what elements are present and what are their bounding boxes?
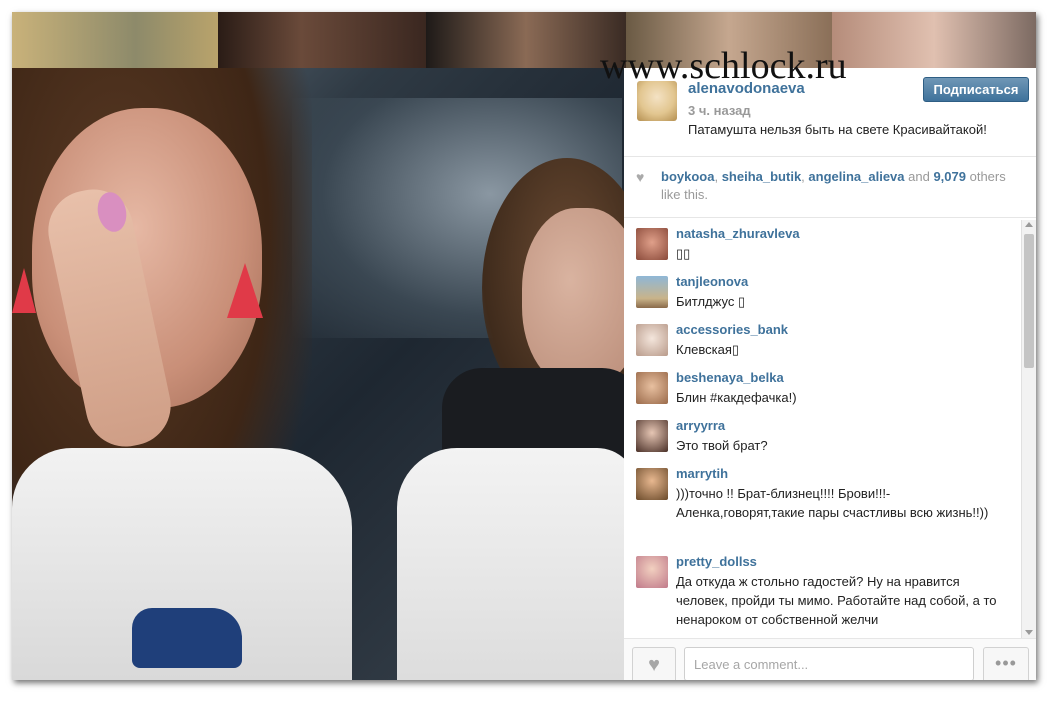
comment-text: )))точно !! Брат-близнец!!!! Брови!!!- А… xyxy=(676,486,989,520)
comment-item: tanjleonova Битлджус ▯ xyxy=(624,266,1019,314)
scroll-up-arrow-icon[interactable] xyxy=(1025,222,1033,227)
avatar[interactable] xyxy=(636,324,668,356)
thumbnail[interactable] xyxy=(426,12,626,68)
avatar[interactable] xyxy=(636,556,668,588)
comment-text: Это твой брат? xyxy=(676,438,768,453)
like-user-link[interactable]: boykooa xyxy=(661,169,714,184)
avatar[interactable] xyxy=(636,228,668,260)
thumbnail[interactable] xyxy=(12,12,218,68)
comment-text: ▯▯ xyxy=(676,246,691,261)
avatar[interactable] xyxy=(636,468,668,500)
comment-text: Клевская▯ xyxy=(676,342,740,357)
comment-item: accessories_bank Клевская▯ xyxy=(624,314,1019,362)
watermark-text: www.schlock.ru xyxy=(600,45,847,87)
comment-item: arryyrra Это твой брат? xyxy=(624,410,1019,458)
scrollbar-thumb[interactable] xyxy=(1024,234,1034,368)
like-user-link[interactable]: sheiha_butik xyxy=(722,169,801,184)
comment-username[interactable]: marrytih xyxy=(676,466,728,481)
screenshot-frame: alenavodonaeva 3 ч. назад Патамушта нель… xyxy=(12,12,1036,680)
comment-footer: ♥ ••• xyxy=(624,638,1036,680)
comment-input[interactable] xyxy=(684,647,974,680)
likes-count-link[interactable]: 9,079 xyxy=(933,169,966,184)
avatar[interactable] xyxy=(636,420,668,452)
comment-item: pretty_dollss Да откуда ж стольно гадост… xyxy=(624,546,1019,638)
heart-icon: ♥ xyxy=(636,169,645,185)
background-thumbnails xyxy=(12,12,1036,68)
comment-username[interactable]: arryyrra xyxy=(676,418,725,433)
comment-username[interactable]: pretty_dollss xyxy=(676,554,757,569)
scroll-down-arrow-icon[interactable] xyxy=(1025,630,1033,635)
comment-username[interactable]: natasha_zhuravleva xyxy=(676,226,800,241)
thumbnail[interactable] xyxy=(218,12,426,68)
comment-username[interactable]: tanjleonova xyxy=(676,274,748,289)
post-caption: Патамушта нельзя быть на свете Красивайт… xyxy=(688,122,987,137)
comment-username[interactable]: accessories_bank xyxy=(676,322,788,337)
comment-item: natasha_zhuravleva ▯▯ xyxy=(624,218,1019,266)
likes-summary: boykooa, sheiha_butik, angelina_alieva a… xyxy=(661,169,1006,202)
comments-list[interactable]: natasha_zhuravleva ▯▯ tanjleonova Битлдж… xyxy=(624,218,1036,638)
comment-item: marrytih )))точно !! Брат-близнец!!!! Бр… xyxy=(624,458,1019,546)
comments-scrollbar[interactable] xyxy=(1021,220,1036,638)
post-time[interactable]: 3 ч. назад xyxy=(688,103,751,118)
more-dots-icon: ••• xyxy=(995,653,1017,673)
heart-icon: ♥ xyxy=(648,654,660,676)
follow-button[interactable]: Подписаться xyxy=(923,77,1029,102)
like-user-link[interactable]: angelina_alieva xyxy=(808,169,904,184)
comment-text: Битлджус ▯ xyxy=(676,294,746,309)
comment-text: Блин #какдефачка!) xyxy=(676,390,797,405)
avatar[interactable] xyxy=(636,276,668,308)
comment-text: Да откуда ж стольно гадостей? Ну на нрав… xyxy=(676,574,997,627)
thumbnail[interactable] xyxy=(832,12,1036,68)
post-side-panel: alenavodonaeva 3 ч. назад Патамушта нель… xyxy=(624,68,1036,680)
more-options-button[interactable]: ••• xyxy=(983,647,1029,680)
likes-section: ♥ boykooa, sheiha_butik, angelina_alieva… xyxy=(624,157,1036,218)
post-photo[interactable] xyxy=(12,68,624,680)
comment-username[interactable]: beshenaya_belka xyxy=(676,370,784,385)
avatar[interactable] xyxy=(636,372,668,404)
comment-item: beshenaya_belka Блин #какдефачка!) xyxy=(624,362,1019,410)
like-button[interactable]: ♥ xyxy=(632,647,676,680)
